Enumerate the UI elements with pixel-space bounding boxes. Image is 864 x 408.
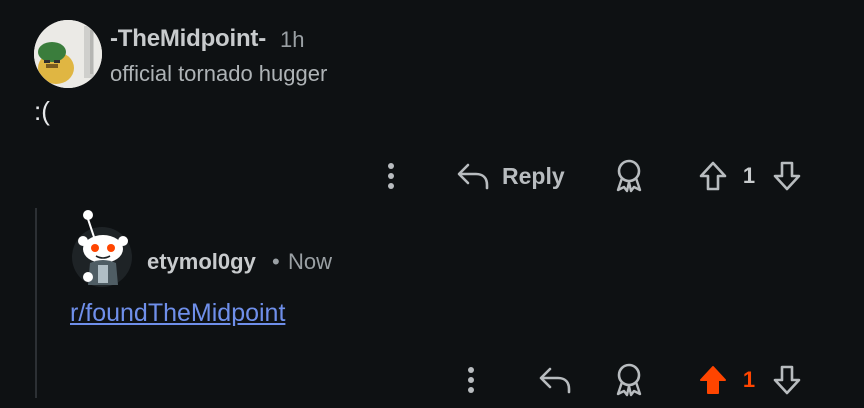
award-icon xyxy=(616,363,642,397)
comment-body: :( xyxy=(34,96,50,126)
timestamp: Now xyxy=(288,249,333,274)
username[interactable]: etymol0gy xyxy=(147,249,256,275)
thread-line[interactable] xyxy=(35,208,37,398)
upvote-button[interactable] xyxy=(696,158,730,194)
downvote-icon xyxy=(773,161,801,191)
more-options-button[interactable] xyxy=(378,158,404,194)
upvote-icon xyxy=(699,161,727,191)
reply-icon xyxy=(457,163,489,190)
more-options-button[interactable] xyxy=(458,362,484,398)
avatar-image xyxy=(34,20,102,88)
separator-dot: • xyxy=(272,249,280,274)
snoo-avatar-image xyxy=(72,210,132,287)
reply-button[interactable] xyxy=(536,362,574,398)
award-button[interactable] xyxy=(610,362,648,398)
award-button[interactable] xyxy=(610,158,648,194)
subreddit-link[interactable]: r/foundTheMidpoint xyxy=(70,299,285,328)
downvote-icon xyxy=(773,365,801,395)
award-icon xyxy=(616,159,642,193)
more-vertical-icon xyxy=(388,163,394,189)
downvote-button[interactable] xyxy=(770,158,804,194)
reply-label: Reply xyxy=(502,162,565,189)
avatar[interactable] xyxy=(34,20,102,88)
downvote-button[interactable] xyxy=(770,362,804,398)
comment: -TheMidpoint- 1h official tornado hugger… xyxy=(0,0,864,200)
user-flair: official tornado hugger xyxy=(110,61,328,86)
vote-count-value: 1 xyxy=(742,163,756,188)
vote-count: 1 xyxy=(738,362,760,398)
username[interactable]: -TheMidpoint- xyxy=(110,25,266,53)
reply-icon xyxy=(539,367,571,394)
vote-count-value: 1 xyxy=(742,367,756,392)
upvote-filled-icon xyxy=(700,366,726,394)
timestamp: 1h xyxy=(280,27,305,52)
more-vertical-icon xyxy=(468,367,474,393)
reply-button[interactable]: Reply xyxy=(456,158,565,194)
upvote-button-active[interactable] xyxy=(696,362,730,398)
avatar[interactable] xyxy=(70,207,134,289)
vote-count: 1 xyxy=(738,158,760,194)
